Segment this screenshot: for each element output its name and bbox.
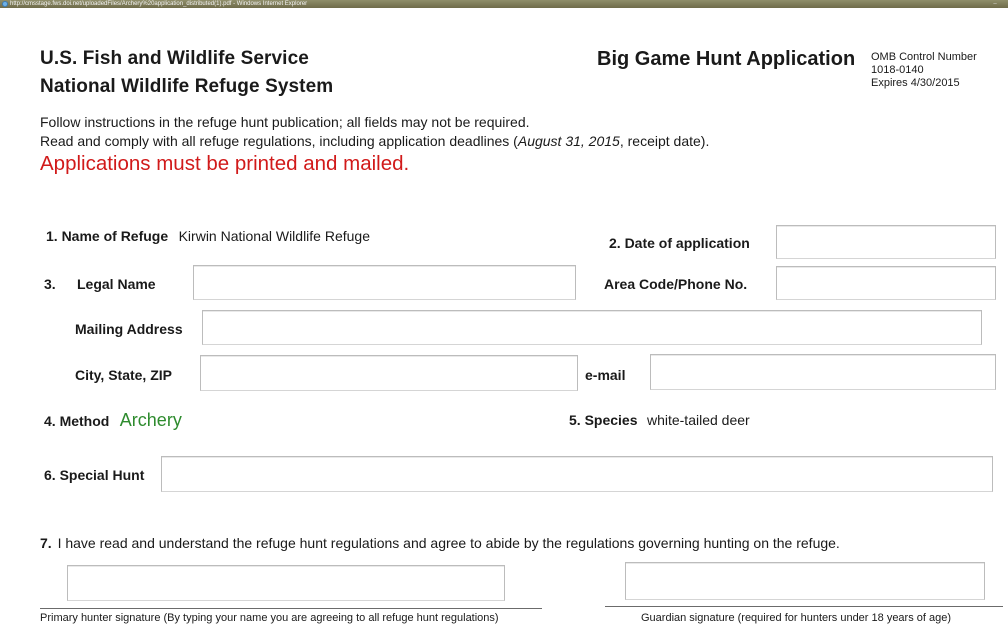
city-state-zip-label: City, State, ZIP xyxy=(75,367,172,383)
guardian-signature-line xyxy=(605,606,1003,607)
agreement-number: 7. xyxy=(40,535,52,551)
species-label: 5. Species xyxy=(569,412,638,428)
primary-signature-caption: Primary hunter signature (By typing your… xyxy=(40,612,499,624)
refuge-value: Kirwin National Wildlife Refuge xyxy=(178,228,371,244)
method-value: Archery xyxy=(119,410,182,430)
agreement-statement: 7. I have read and understand the refuge… xyxy=(40,535,840,551)
primary-hunter-signature-field[interactable] xyxy=(67,565,505,601)
email-label: e-mail xyxy=(585,367,626,383)
date-label: 2. Date of application xyxy=(609,235,750,251)
deadline-date: August 31, 2015 xyxy=(517,133,620,149)
mailing-address-field[interactable] xyxy=(202,310,982,345)
guardian-signature-caption: Guardian signature (required for hunters… xyxy=(641,612,952,624)
omb-control-label: OMB Control Number xyxy=(871,51,977,63)
instructions-text-end: , receipt date). xyxy=(619,133,710,149)
print-mail-notice: Applications must be printed and mailed. xyxy=(40,152,410,175)
primary-signature-line xyxy=(40,608,542,609)
omb-control-number: 1018-0140 xyxy=(871,64,924,76)
method-row: 4. Method Archery xyxy=(44,410,182,431)
refuge-row: 1. Name of Refuge Kirwin National Wildli… xyxy=(46,228,370,246)
minimize-button[interactable]: – xyxy=(990,0,1000,8)
phone-label: Area Code/Phone No. xyxy=(604,276,748,292)
legal-name-label: Legal Name xyxy=(77,276,156,292)
omb-block: OMB Control Number 1018-0140 Expires 4/3… xyxy=(871,51,977,90)
window-titlebar: http://cmsstage.fws.doi.net/uploadedFile… xyxy=(0,0,1008,8)
refuge-label: 1. Name of Refuge xyxy=(46,228,169,244)
species-row: 5. Species white-tailed deer xyxy=(569,412,750,430)
omb-expiration: Expires 4/30/2015 xyxy=(871,77,960,89)
system-name: National Wildlife Refuge System xyxy=(40,76,334,97)
special-hunt-label: 6. Special Hunt xyxy=(44,467,145,483)
email-field[interactable] xyxy=(650,354,996,390)
special-hunt-field[interactable] xyxy=(161,456,993,492)
legal-name-number: 3. xyxy=(44,276,56,292)
legal-name-field[interactable] xyxy=(193,265,576,300)
instructions-text: Read and comply with all refuge regulati… xyxy=(40,133,518,149)
city-state-zip-field[interactable] xyxy=(200,355,578,391)
window-title: http://cmsstage.fws.doi.net/uploadedFile… xyxy=(10,1,308,7)
phone-field[interactable] xyxy=(776,266,996,300)
agreement-text: I have read and understand the refuge hu… xyxy=(57,535,840,551)
instructions-line-2: Read and comply with all refuge regulati… xyxy=(40,133,709,149)
internet-explorer-icon xyxy=(2,1,8,7)
form-title: Big Game Hunt Application xyxy=(597,48,856,70)
agency-name: U.S. Fish and Wildlife Service xyxy=(40,48,309,69)
mailing-address-label: Mailing Address xyxy=(75,321,183,337)
date-of-application-field[interactable] xyxy=(776,225,996,259)
method-label: 4. Method xyxy=(44,413,110,429)
species-value: white-tailed deer xyxy=(646,412,750,428)
instructions-line-1: Follow instructions in the refuge hunt p… xyxy=(40,114,530,130)
guardian-signature-field[interactable] xyxy=(625,562,985,600)
